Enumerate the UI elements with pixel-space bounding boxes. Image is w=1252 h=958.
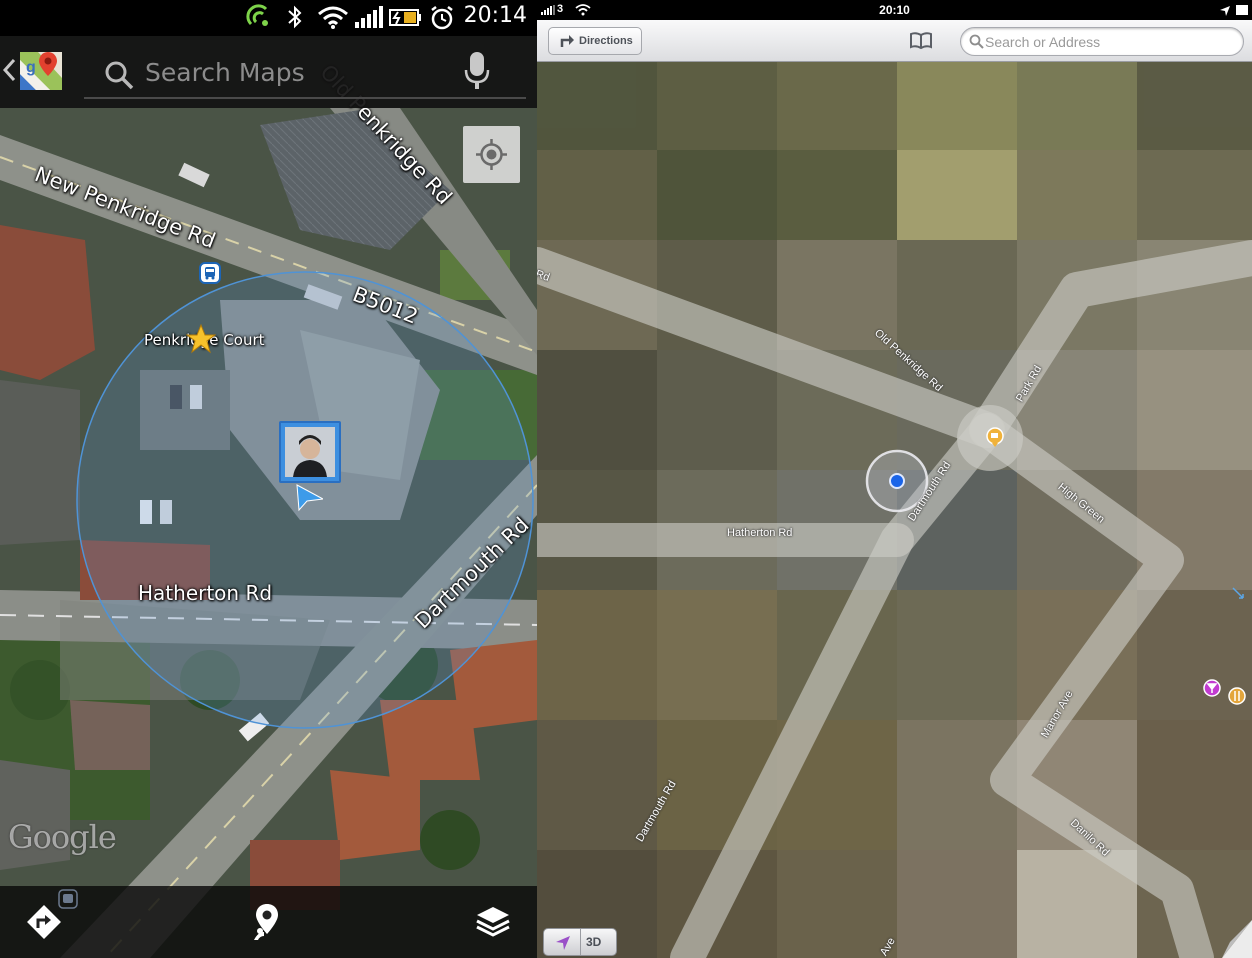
microphone-icon[interactable] [462, 50, 492, 92]
search-field[interactable] [960, 27, 1244, 56]
directions-icon[interactable] [25, 903, 63, 941]
road-label-hatherton: Hatherton Rd [727, 527, 793, 539]
search-input[interactable]: Search Maps [145, 58, 305, 87]
wifi-icon [318, 6, 348, 29]
location-services-icon [1220, 6, 1230, 16]
three-d-button[interactable]: 3D [586, 935, 601, 949]
android-clock: 20:14 [463, 3, 527, 28]
bus-stop-icon[interactable] [199, 262, 221, 284]
road-label-hatherton: Hatherton Rd [138, 581, 273, 605]
directions-button[interactable]: Directions [548, 27, 642, 55]
avatar [285, 427, 335, 477]
user-location-avatar[interactable] [279, 421, 341, 483]
signal-icon [355, 6, 383, 28]
google-maps-logo-icon[interactable]: g [18, 48, 64, 94]
my-location-icon [476, 139, 507, 170]
page-curl-icon[interactable] [1222, 920, 1252, 958]
battery-icon [389, 9, 421, 26]
star-icon[interactable] [186, 324, 216, 354]
search-underline [84, 97, 526, 99]
ios-toolbar: Directions [537, 20, 1252, 62]
ios-status-bar: 3 20:10 [537, 0, 1252, 20]
layers-icon[interactable] [474, 904, 512, 940]
search-input[interactable] [985, 32, 1235, 52]
tracking-3d-control: 3D [543, 928, 617, 956]
control-divider [580, 929, 581, 955]
ios-maps-screen: Rd Old Penkridge Rd Park Rd Dartmouth Rd… [537, 0, 1252, 958]
restaurant-poi-icon[interactable] [1227, 686, 1247, 706]
battery-icon [1236, 5, 1248, 15]
satellite-map[interactable] [0, 0, 537, 958]
location-arrow-icon [296, 484, 323, 512]
search-icon [969, 34, 984, 49]
cafe-poi-icon[interactable] [985, 426, 1005, 448]
google-watermark: Google [8, 818, 117, 856]
sync-icon [246, 4, 268, 26]
my-location-button[interactable] [463, 126, 520, 183]
alarm-icon [431, 6, 453, 30]
bluetooth-icon [288, 5, 302, 29]
directions-arrow-icon [560, 35, 574, 47]
places-icon[interactable] [250, 902, 284, 944]
satellite-map-ios[interactable] [537, 0, 1252, 958]
search-icon[interactable] [104, 60, 134, 90]
small-arrow-icon [1232, 587, 1244, 599]
svg-text:g: g [26, 59, 36, 76]
ios-clock: 20:10 [879, 3, 910, 17]
back-chevron-icon[interactable] [2, 58, 16, 82]
android-status-bar: 20:14 [0, 0, 537, 36]
android-maps-screen: New Penkridge Rd Old Penkridge Rd B5012 … [0, 0, 537, 958]
bottom-action-bar [0, 886, 537, 958]
directions-label: Directions [579, 35, 633, 47]
bar-poi-icon[interactable] [1202, 678, 1222, 698]
bookmarks-icon[interactable] [909, 32, 933, 50]
tracking-arrow-icon[interactable] [555, 935, 571, 951]
